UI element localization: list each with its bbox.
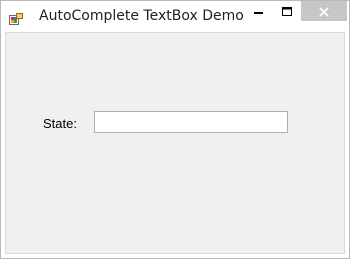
window-title: AutoComplete TextBox Demo [39,8,244,24]
close-icon [319,2,329,21]
state-input[interactable] [94,111,288,133]
maximize-icon [282,2,292,21]
minimize-button[interactable] [245,1,273,21]
minimize-icon [254,2,264,21]
close-button[interactable] [301,1,347,21]
form-client-area: State: [5,32,345,254]
title-bar[interactable]: AutoComplete TextBox Demo [1,1,349,32]
state-label: State: [43,116,77,131]
app-icon [9,10,23,25]
app-window: AutoComplete TextBox Demo State: [0,0,350,259]
maximize-button[interactable] [273,1,301,21]
